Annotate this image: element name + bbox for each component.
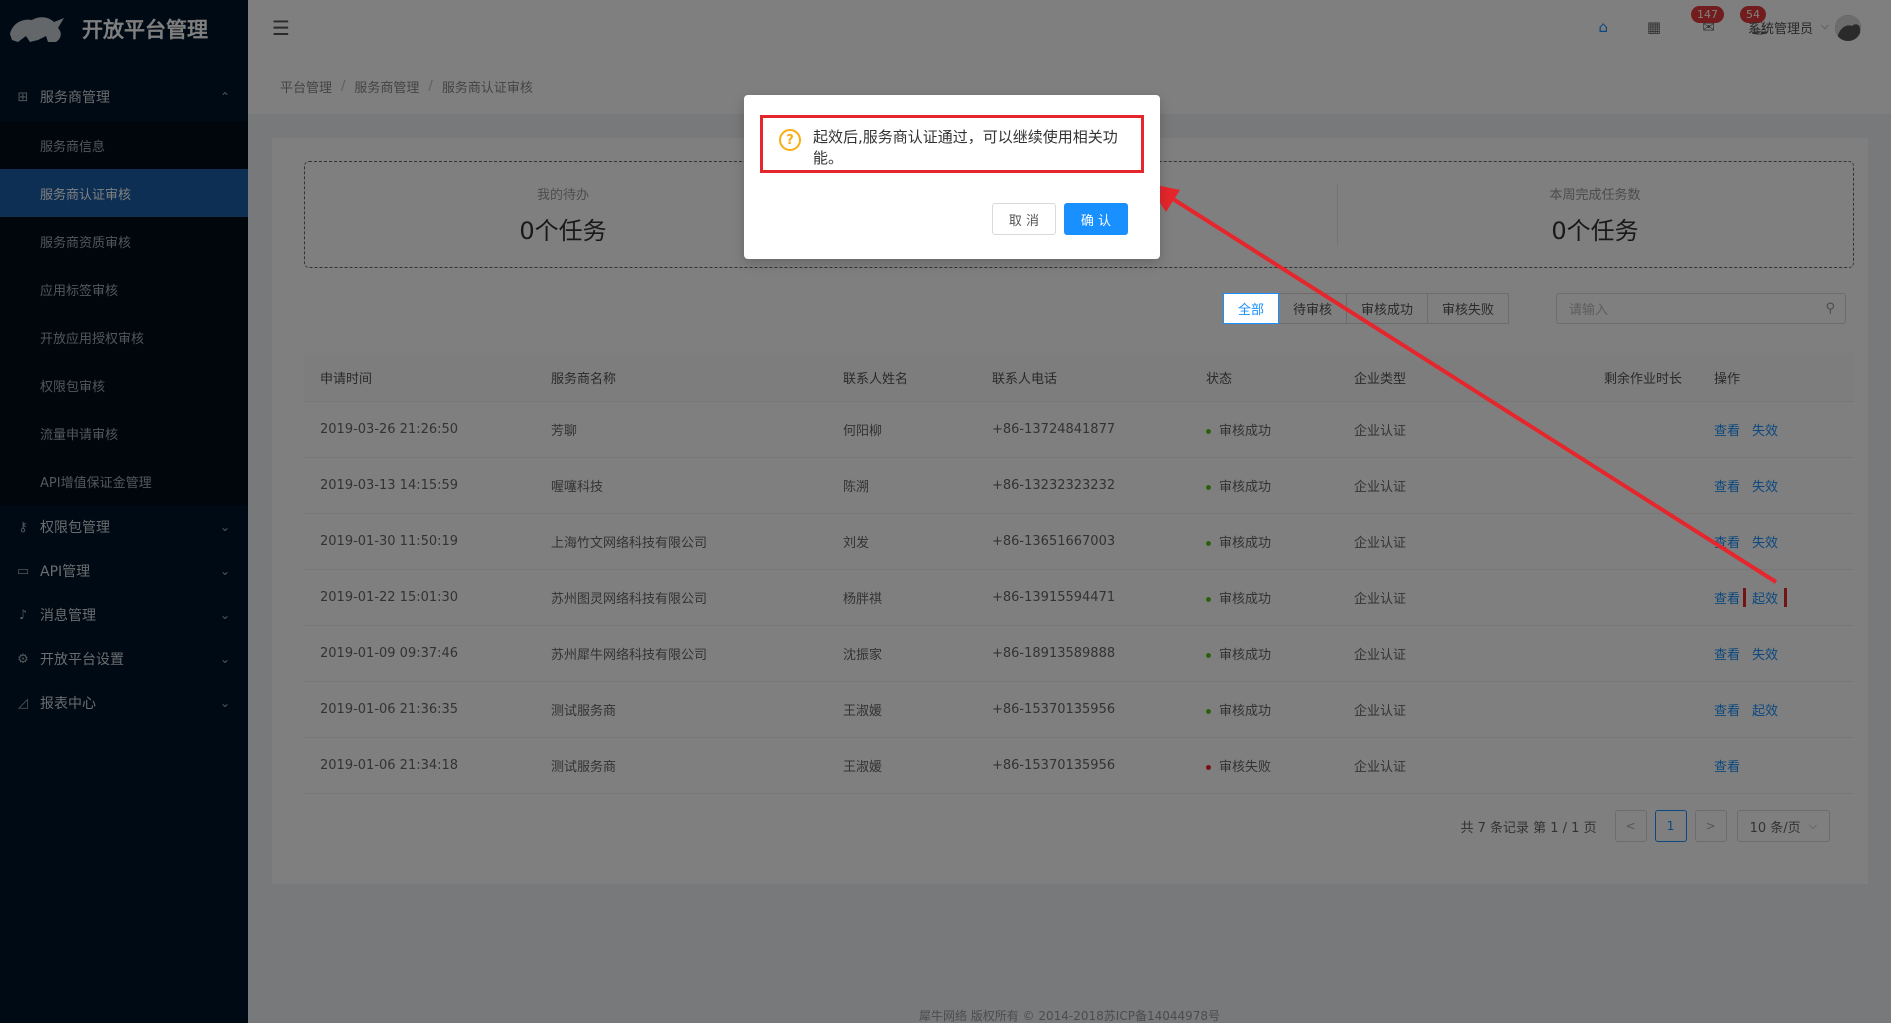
confirm-button[interactable]: 确 认	[1064, 203, 1128, 235]
confirm-dialog: ? 起效后,服务商认证通过，可以继续使用相关功能。 取 消 确 认	[744, 95, 1160, 259]
confirm-message-box: ? 起效后,服务商认证通过，可以继续使用相关功能。	[760, 115, 1144, 173]
question-icon: ?	[779, 129, 801, 151]
confirm-message: 起效后,服务商认证通过，可以继续使用相关功能。	[813, 128, 1118, 167]
filter-all[interactable]: 全部	[1223, 293, 1280, 324]
cancel-button[interactable]: 取 消	[992, 203, 1056, 235]
